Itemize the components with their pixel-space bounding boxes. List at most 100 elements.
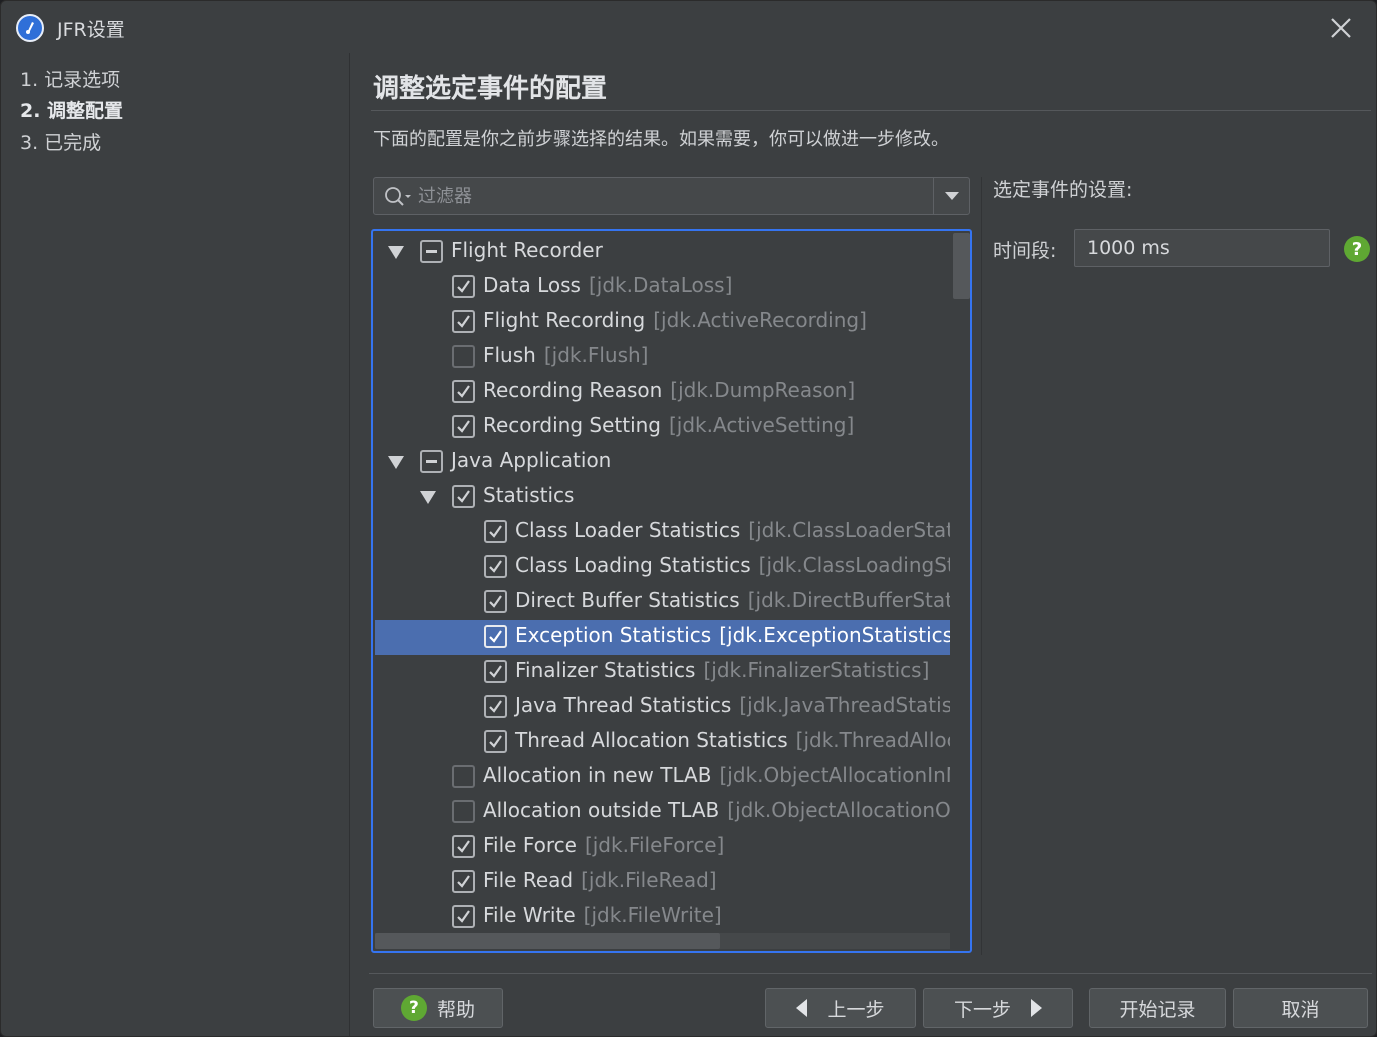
event-checkbox[interactable]	[484, 625, 507, 648]
event-checkbox[interactable]	[452, 800, 475, 823]
horizontal-scrollbar[interactable]	[375, 933, 950, 949]
tree-row-label: File Write [jdk.FileWrite]	[483, 903, 722, 927]
filter-input[interactable]	[418, 178, 928, 214]
start-recording-label: 开始记录	[1119, 998, 1196, 1021]
event-name: Flush	[483, 343, 536, 367]
tree-row-label: Allocation in new TLAB [jdk.ObjectAllocat…	[483, 763, 950, 787]
wizard-steps-sidebar: 1. 记录选项 2. 调整配置 3. 已完成	[1, 53, 350, 1036]
event-id: [jdk.FileWrite]	[583, 903, 722, 927]
jfr-settings-dialog: JFR设置 1. 记录选项 2. 调整配置 3. 已完成 调整选定事件的配置 下…	[0, 0, 1377, 1037]
event-id: [jdk.ThreadAllocatic	[795, 728, 950, 752]
event-id: [jdk.DataLoss]	[588, 273, 733, 297]
event-name: Java Application	[451, 448, 612, 472]
tree-row[interactable]: Direct Buffer Statistics [jdk.DirectBuffe…	[375, 585, 950, 620]
tree-row-label: Class Loading Statistics [jdk.ClassLoadin…	[515, 553, 950, 577]
event-checkbox[interactable]	[452, 485, 475, 508]
step-finished[interactable]: 3. 已完成	[20, 128, 101, 155]
tree-row-label: Exception Statistics [jdk.ExceptionStatis…	[515, 623, 950, 647]
tree-row[interactable]: Java Application	[375, 445, 950, 480]
tree-row[interactable]: Recording Reason [jdk.DumpReason]	[375, 375, 950, 410]
tree-row[interactable]: Allocation outside TLAB [jdk.ObjectAlloca…	[375, 795, 950, 830]
expand-arrow-icon[interactable]	[388, 456, 404, 469]
partial-checkbox[interactable]	[420, 240, 443, 263]
tree-row[interactable]: Flight Recording [jdk.ActiveRecording]	[375, 305, 950, 340]
event-checkbox[interactable]	[484, 730, 507, 753]
tree-row-label: Recording Reason [jdk.DumpReason]	[483, 378, 855, 402]
event-name: File Write	[483, 903, 576, 927]
settings-divider	[981, 177, 982, 955]
event-id: [jdk.ObjectAllocationOutsi	[727, 798, 950, 822]
tree-row-label: Class Loader Statistics [jdk.ClassLoaderS…	[515, 518, 950, 542]
event-name: Data Loss	[483, 273, 581, 297]
tree-row[interactable]: Data Loss [jdk.DataLoss]	[375, 270, 950, 305]
start-recording-button[interactable]: 开始记录	[1089, 988, 1226, 1028]
event-checkbox[interactable]	[452, 765, 475, 788]
cancel-button[interactable]: 取消	[1233, 988, 1368, 1028]
chevron-down-icon	[944, 192, 959, 200]
filter-history-dropdown[interactable]	[933, 178, 969, 214]
tree-row-label: Data Loss [jdk.DataLoss]	[483, 273, 732, 297]
tree-row[interactable]: Flight Recorder	[375, 235, 950, 270]
next-step-button[interactable]: 下一步	[923, 988, 1073, 1028]
period-input[interactable]	[1074, 229, 1330, 267]
arrow-right-icon	[1031, 999, 1042, 1017]
vertical-scrollbar-thumb[interactable]	[953, 233, 970, 299]
event-name: File Force	[483, 833, 577, 857]
tree-row[interactable]: Exception Statistics [jdk.ExceptionStatis…	[375, 620, 950, 655]
expand-arrow-icon[interactable]	[420, 491, 436, 504]
vertical-scrollbar[interactable]	[952, 233, 970, 933]
tree-row[interactable]: Java Thread Statistics [jdk.JavaThreadSta…	[375, 690, 950, 725]
step-record-options[interactable]: 1. 记录选项	[20, 65, 120, 92]
previous-step-button[interactable]: 上一步	[765, 988, 916, 1028]
step-adjust-config[interactable]: 2. 调整配置	[20, 96, 123, 123]
filter-box	[373, 177, 970, 215]
event-id: [jdk.FileRead]	[581, 868, 717, 892]
tree-row[interactable]: Recording Setting [jdk.ActiveSetting]	[375, 410, 950, 445]
tree-row[interactable]: Flush [jdk.Flush]	[375, 340, 950, 375]
event-tree[interactable]: Flight Recorder Data Loss [jdk.DataLoss] Fl…	[371, 229, 972, 953]
event-checkbox[interactable]	[452, 415, 475, 438]
event-checkbox[interactable]	[484, 660, 507, 683]
help-icon: ?	[400, 995, 427, 1021]
tree-row[interactable]: Thread Allocation Statistics [jdk.ThreadA…	[375, 725, 950, 760]
main-panel: 调整选定事件的配置 下面的配置是你之前步骤选择的结果。如果需要，你可以做进一步修…	[351, 53, 1376, 1036]
partial-checkbox[interactable]	[420, 450, 443, 473]
title-bar: JFR设置	[1, 1, 1376, 53]
tree-row-label: Flight Recorder	[451, 238, 603, 262]
event-checkbox[interactable]	[452, 835, 475, 858]
tree-row[interactable]: Class Loading Statistics [jdk.ClassLoadin…	[375, 550, 950, 585]
horizontal-scrollbar-thumb[interactable]	[375, 933, 720, 949]
event-name: Flight Recording	[483, 308, 646, 332]
tree-row[interactable]: Class Loader Statistics [jdk.ClassLoaderS…	[375, 515, 950, 550]
event-checkbox[interactable]	[452, 870, 475, 893]
event-name: Class Loader Statistics	[515, 518, 741, 542]
tree-row[interactable]: File Write [jdk.FileWrite]	[375, 900, 950, 933]
event-checkbox[interactable]	[484, 695, 507, 718]
period-help-icon[interactable]: ?	[1344, 236, 1370, 262]
tree-row[interactable]: Finalizer Statistics [jdk.FinalizerStatis…	[375, 655, 950, 690]
event-id: [jdk.DumpReason]	[670, 378, 856, 402]
event-name: File Read	[483, 868, 574, 892]
event-tree-rows: Flight Recorder Data Loss [jdk.DataLoss] Fl…	[375, 233, 950, 933]
tree-row-label: File Read [jdk.FileRead]	[483, 868, 717, 892]
event-checkbox[interactable]	[452, 275, 475, 298]
event-checkbox[interactable]	[484, 590, 507, 613]
help-button[interactable]: ? 帮助	[373, 988, 503, 1028]
event-id: [jdk.JavaThreadStatistics]	[739, 693, 950, 717]
event-name: Exception Statistics	[515, 623, 712, 647]
event-checkbox[interactable]	[452, 345, 475, 368]
event-checkbox[interactable]	[452, 905, 475, 928]
event-checkbox[interactable]	[452, 310, 475, 333]
tree-row-label: Statistics	[483, 483, 574, 507]
event-checkbox[interactable]	[484, 555, 507, 578]
search-icon[interactable]	[384, 186, 414, 208]
event-id: [jdk.ObjectAllocationInNew	[719, 763, 950, 787]
tree-row[interactable]: Statistics	[375, 480, 950, 515]
expand-arrow-icon[interactable]	[388, 246, 404, 259]
close-icon[interactable]	[1328, 15, 1354, 41]
tree-row[interactable]: File Read [jdk.FileRead]	[375, 865, 950, 900]
event-checkbox[interactable]	[484, 520, 507, 543]
event-checkbox[interactable]	[452, 380, 475, 403]
tree-row[interactable]: File Force [jdk.FileForce]	[375, 830, 950, 865]
tree-row[interactable]: Allocation in new TLAB [jdk.ObjectAllocat…	[375, 760, 950, 795]
